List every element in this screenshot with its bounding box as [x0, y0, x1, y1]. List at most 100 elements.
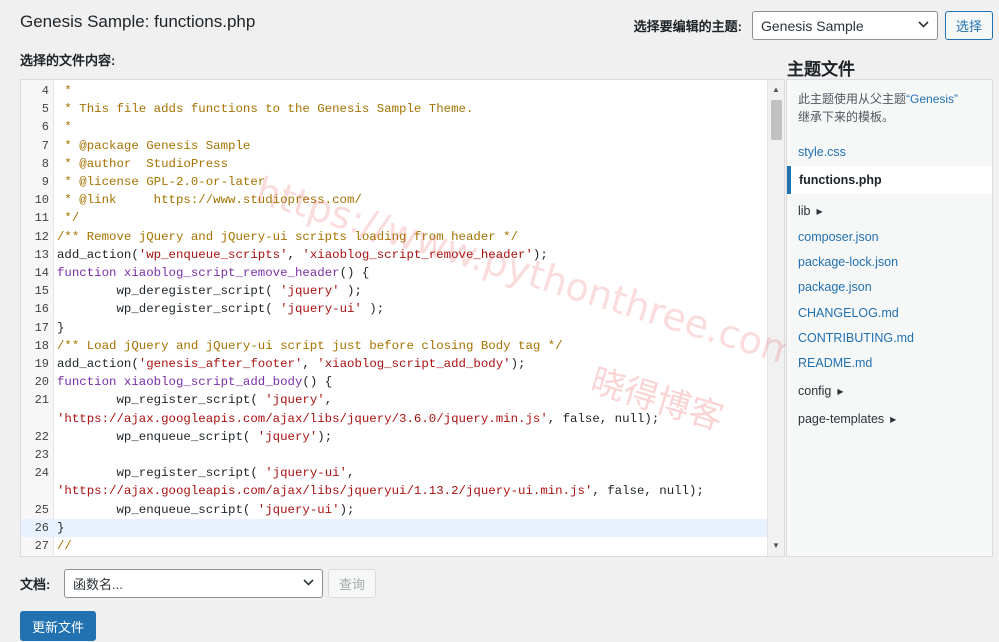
code-token: * — [57, 84, 72, 98]
file-item[interactable]: style.css — [787, 138, 992, 166]
caret-right-icon: ▶ — [837, 387, 844, 396]
line-number: 12 — [34, 229, 49, 244]
code-token: 'https://ajax.googleapis.com/ajax/libs/j… — [57, 411, 548, 426]
file-content-label: 选择的文件内容: — [20, 53, 116, 68]
code-token: ); — [339, 284, 362, 299]
file-item[interactable]: functions.php — [787, 166, 992, 194]
file-item-label: config — [798, 384, 832, 398]
code-line[interactable]: 5 * This file adds functions to the Gene… — [21, 100, 767, 118]
file-item[interactable]: package.json — [787, 273, 992, 301]
code-line[interactable]: 15 wp_deregister_script( 'jquery' ); — [21, 282, 767, 300]
code-line[interactable]: 19 add_action('genesis_after_footer', 'xi… — [21, 355, 767, 373]
code-line[interactable]: 26} — [21, 518, 767, 537]
update-file-button[interactable]: 更新文件 — [20, 611, 97, 641]
code-line[interactable]: 6 * — [21, 118, 767, 136]
parent-theme-link[interactable]: “Genesis” — [906, 92, 958, 106]
code-token: xiaoblog_script_add_body — [116, 375, 303, 390]
code-line[interactable]: 'https://ajax.googleapis.com/ajax/libs/j… — [21, 410, 767, 428]
code-editor[interactable]: 4 * 5 * This file adds functions to the G… — [20, 79, 785, 557]
editor-scrollbar[interactable]: ▲ ▼ — [767, 80, 784, 556]
line-code: function xiaoblog_script_add_body() { — [57, 373, 332, 391]
file-item[interactable]: package-lock.json — [787, 248, 992, 276]
code-line[interactable]: 11 */ — [21, 209, 767, 227]
code-line[interactable]: 12 /** Remove jQuery and jQuery-ui script… — [21, 228, 767, 246]
page-title: Genesis Sample: functions.php — [20, 12, 256, 31]
file-item-label: package.json — [798, 280, 872, 294]
code-line[interactable]: 18 /** Load jQuery and jQuery-ui script j… — [21, 337, 767, 355]
code-line[interactable]: 'https://ajax.googleapis.com/ajax/libs/j… — [21, 482, 767, 500]
file-item[interactable]: composer.json — [787, 223, 992, 251]
line-number: 19 — [34, 357, 49, 371]
theme-select[interactable]: Genesis Sample — [751, 11, 938, 40]
code-line[interactable]: 21 wp_register_script( 'jquery', — [21, 391, 767, 409]
code-line[interactable]: 13 add_action('wp_enqueue_scripts', 'xiao… — [21, 246, 767, 264]
line-code: * @license GPL-2.0-or-later — [57, 173, 265, 191]
code-line[interactable]: 23 — [21, 446, 767, 464]
code-line[interactable]: 27 // — [21, 537, 767, 555]
code-token: ); — [361, 302, 385, 317]
folder-item[interactable]: config ▶ — [787, 377, 992, 405]
code-line[interactable]: 24 wp_register_script( 'jquery-ui', — [21, 464, 767, 482]
line-code: */ — [57, 209, 79, 227]
folder-item[interactable]: page-templates ▶ — [787, 405, 992, 433]
code-line[interactable]: 8 * @author StudioPress — [21, 155, 767, 173]
code-token: function — [57, 375, 117, 390]
line-code: * This file adds functions to the Genesi… — [57, 100, 473, 118]
file-item-label: style.css — [798, 145, 846, 159]
code-line[interactable]: 25 wp_enqueue_script( 'jquery-ui'); — [21, 501, 767, 519]
theme-select-label: 选择要编辑的主题: — [633, 19, 742, 34]
function-name-select[interactable]: 函数名... — [64, 569, 323, 598]
select-theme-button[interactable]: 选择 — [944, 11, 993, 40]
code-token: , — [287, 247, 303, 262]
code-line[interactable]: 22 wp_enqueue_script( 'jquery'); — [21, 428, 767, 446]
line-code: * @author StudioPress — [57, 155, 228, 173]
code-line[interactable]: 7 * @package Genesis Sample — [21, 137, 767, 155]
line-number: 23 — [34, 448, 49, 462]
code-line[interactable]: 10 * @link https://www.studiopress.com/ — [21, 191, 767, 209]
scroll-thumb[interactable] — [771, 100, 782, 140]
code-token: xiaoblog_script_remove_header — [116, 266, 340, 280]
code-token: ); — [339, 502, 355, 517]
code-line[interactable]: 16 wp_deregister_script( 'jquery-ui' ); — [21, 300, 767, 318]
code-line[interactable]: 9 * @license GPL-2.0-or-later — [21, 173, 767, 191]
folder-item[interactable]: lib ▶ — [787, 197, 992, 225]
code-line[interactable]: 4 * — [21, 82, 767, 100]
code-token: * @license GPL-2.0-or-later — [57, 175, 266, 189]
code-line[interactable]: 17} — [21, 319, 767, 337]
line-number: 16 — [34, 302, 49, 317]
line-number: 20 — [34, 375, 49, 390]
code-token: 'xiaoblog_script_remove_header' — [302, 247, 533, 262]
code-token: 'genesis_after_footer' — [138, 357, 303, 371]
code-token: , false, null); — [547, 411, 660, 426]
line-number: 17 — [34, 320, 49, 335]
file-item-label: CONTRIBUTING.md — [798, 331, 914, 345]
file-item[interactable]: CONTRIBUTING.md — [787, 324, 992, 352]
line-number: 5 — [41, 102, 49, 117]
code-token: 'xiaoblog_script_add_body' — [317, 357, 511, 371]
line-code: wp_enqueue_script( 'jquery'); — [57, 428, 332, 446]
caret-right-icon: ▶ — [890, 415, 897, 424]
arrow-down-icon[interactable]: ▼ — [768, 538, 784, 554]
code-token: ); — [317, 429, 333, 444]
file-item[interactable]: README.md — [787, 349, 992, 377]
note-prefix: 此主题使用从父主题 — [798, 92, 907, 106]
code-token: wp_deregister_script( — [57, 302, 281, 317]
documentation-label: 文档: — [20, 577, 51, 592]
code-token: wp_register_script( — [57, 466, 266, 481]
code-token: 'wp_enqueue_scripts' — [138, 247, 288, 262]
code-token: add_action( — [57, 357, 139, 371]
line-code: * — [57, 82, 72, 100]
file-item[interactable]: CHANGELOG.md — [787, 299, 992, 327]
line-number: 21 — [34, 393, 49, 408]
line-code: function xiaoblog_script_remove_header()… — [57, 264, 369, 282]
code-token: 'jquery-ui' — [265, 466, 347, 481]
line-code: wp_enqueue_script( 'jquery-ui'); — [57, 501, 354, 519]
code-token: /** Remove jQuery and jQuery-ui scripts … — [57, 229, 519, 244]
code-line[interactable]: 20 function xiaoblog_script_add_body() { — [21, 373, 767, 391]
arrow-up-icon[interactable]: ▲ — [768, 82, 784, 98]
code-token: 'jquery-ui' — [280, 302, 362, 317]
parent-theme-note: 此主题使用从父主题“Genesis” 继承下来的模板。 — [798, 90, 983, 126]
lookup-button[interactable]: 查询 — [328, 569, 377, 598]
line-code: * @link https://www.studiopress.com/ — [57, 191, 361, 209]
code-line[interactable]: 14 function xiaoblog_script_remove_header… — [21, 264, 767, 282]
